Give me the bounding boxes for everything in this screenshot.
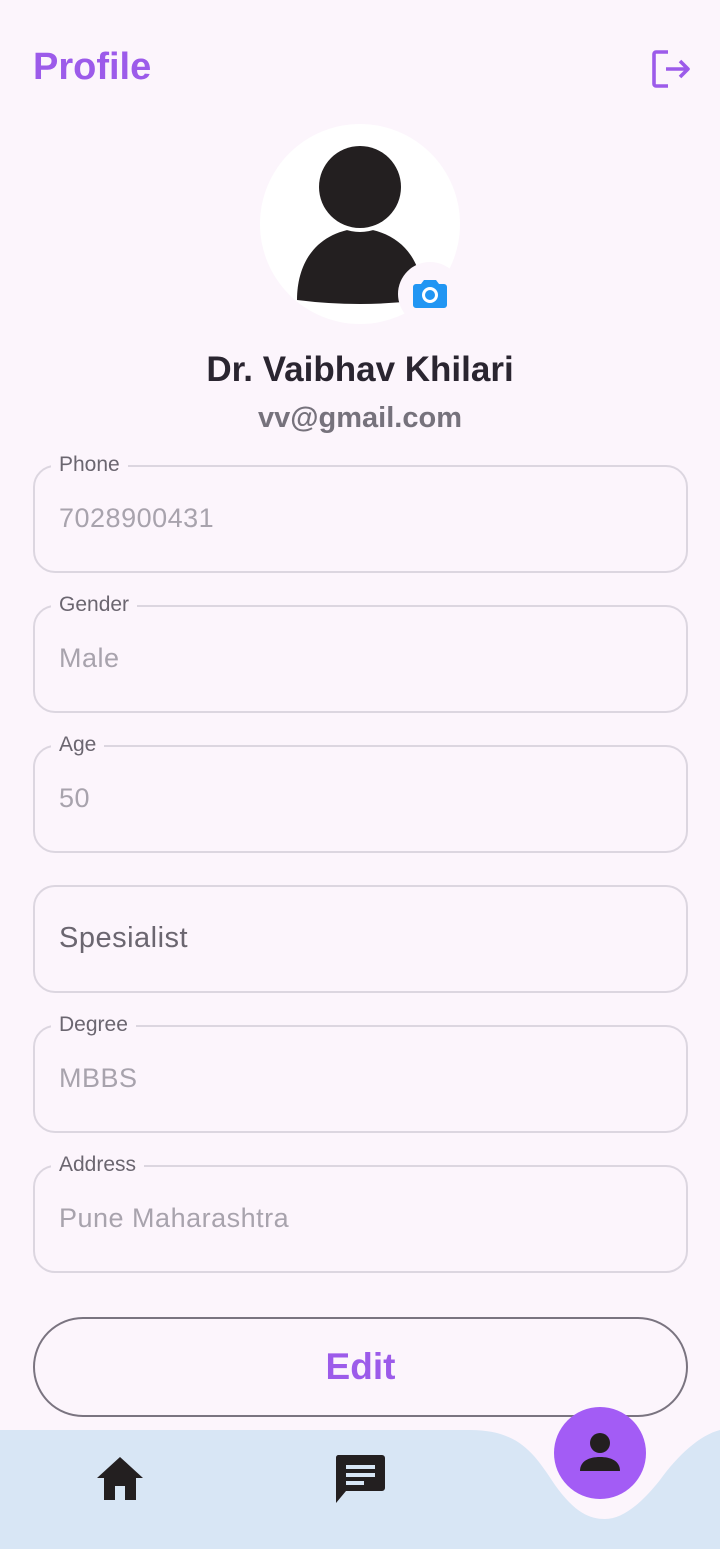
phone-value: 7028900431 bbox=[59, 503, 215, 533]
nav-chat[interactable] bbox=[332, 1452, 388, 1506]
degree-field[interactable]: Degree MBBS bbox=[33, 1012, 688, 1133]
degree-label: Degree bbox=[51, 1012, 136, 1038]
age-value: 50 bbox=[59, 783, 91, 813]
gender-value: Male bbox=[59, 643, 120, 673]
degree-value: MBBS bbox=[59, 1063, 138, 1093]
camera-icon bbox=[413, 280, 447, 308]
doctor-name: Dr. Vaibhav Khilari bbox=[206, 350, 514, 389]
avatar[interactable] bbox=[260, 124, 462, 326]
home-icon bbox=[97, 1457, 143, 1500]
address-label: Address bbox=[51, 1152, 145, 1178]
person-icon bbox=[580, 1433, 620, 1471]
phone-field[interactable]: Phone 7028900431 bbox=[33, 452, 688, 573]
gender-field[interactable]: Gender Male bbox=[33, 592, 688, 713]
age-label: Age bbox=[51, 732, 105, 758]
profile-screen: Profile Dr. Vaibhav Khilari vv@gmail.com bbox=[0, 0, 720, 1549]
nav-home[interactable] bbox=[92, 1452, 148, 1504]
specialist-placeholder: Spesialist bbox=[59, 922, 189, 954]
address-value: Pune Maharashtra bbox=[59, 1203, 290, 1233]
address-field[interactable]: Address Pune Maharashtra bbox=[33, 1152, 688, 1273]
logout-icon bbox=[652, 50, 690, 88]
logout-button[interactable] bbox=[648, 46, 694, 92]
specialist-field[interactable]: Spesialist bbox=[33, 885, 688, 993]
edit-button-label: Edit bbox=[325, 1346, 396, 1387]
change-photo-button[interactable] bbox=[398, 262, 462, 326]
chat-icon bbox=[335, 1455, 385, 1503]
phone-label: Phone bbox=[51, 452, 128, 478]
page-title: Profile bbox=[33, 46, 152, 88]
age-field[interactable]: Age 50 bbox=[33, 732, 688, 853]
nav-profile[interactable] bbox=[554, 1407, 646, 1499]
doctor-email: vv@gmail.com bbox=[258, 402, 462, 434]
gender-label: Gender bbox=[51, 592, 138, 618]
